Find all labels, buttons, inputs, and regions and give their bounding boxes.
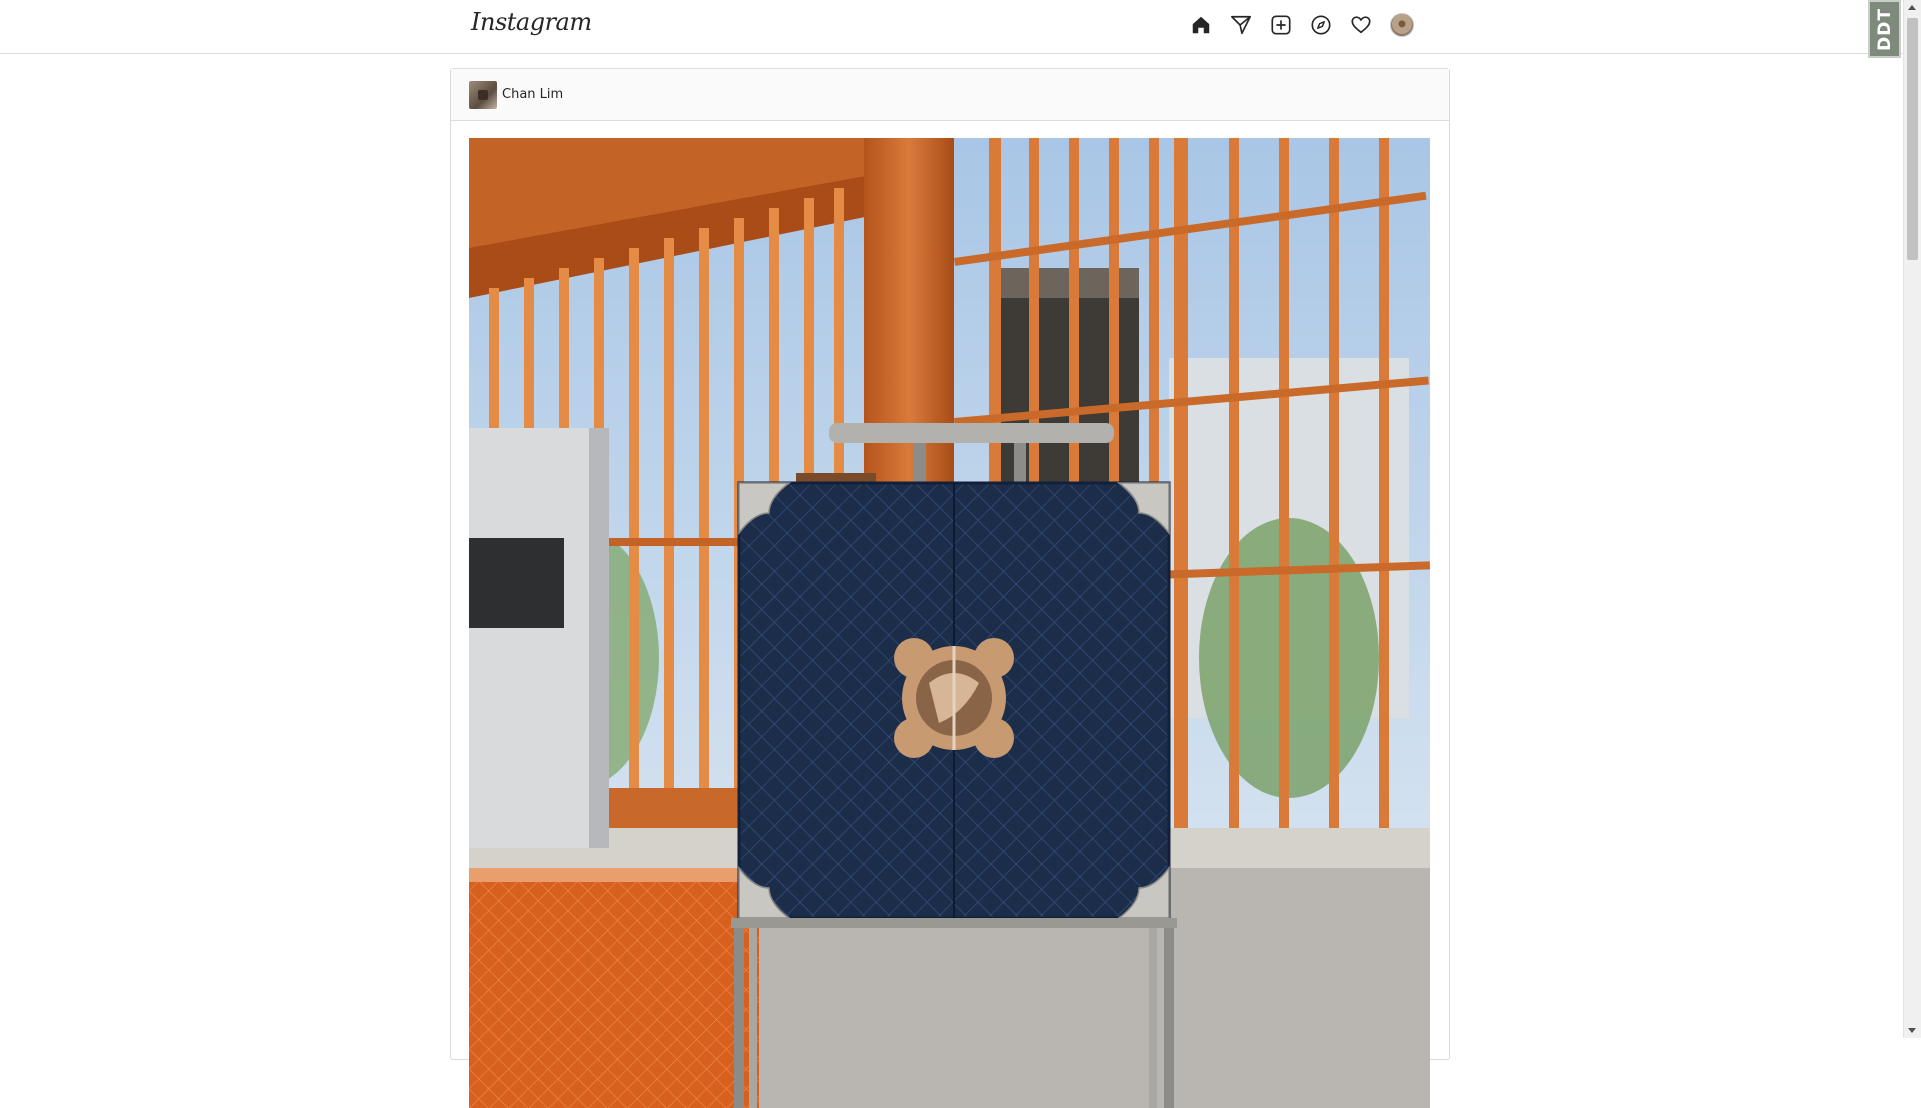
scrollbar-thumb[interactable] [1907, 18, 1918, 260]
post-image[interactable] [469, 138, 1430, 1108]
new-post-icon[interactable] [1268, 12, 1294, 38]
scroll-up-arrow-icon[interactable] [1908, 5, 1916, 10]
post-author-username[interactable]: Chan Lim [502, 87, 563, 102]
nav-icons [1188, 12, 1414, 38]
post-card: Chan Lim [450, 68, 1450, 1108]
lock-ornament [894, 638, 1014, 758]
post-header: Chan Lim [451, 69, 1449, 121]
vertical-scrollbar[interactable] [1903, 0, 1921, 1038]
scroll-down-arrow-icon[interactable] [1908, 1028, 1916, 1033]
ddt-extension-badge[interactable]: DDT [1868, 0, 1901, 58]
post-photo [469, 138, 1430, 1108]
top-navigation-bar: Instagram [0, 0, 1904, 54]
profile-avatar[interactable] [1390, 13, 1414, 37]
ddt-extension-label: DDT [1874, 7, 1895, 51]
explore-icon[interactable] [1308, 12, 1334, 38]
post-author-avatar[interactable] [469, 80, 497, 109]
instagram-logo[interactable]: Instagram [471, 8, 592, 36]
home-icon[interactable] [1188, 12, 1214, 38]
activity-heart-icon[interactable] [1348, 12, 1374, 38]
direct-message-icon[interactable] [1228, 12, 1254, 38]
